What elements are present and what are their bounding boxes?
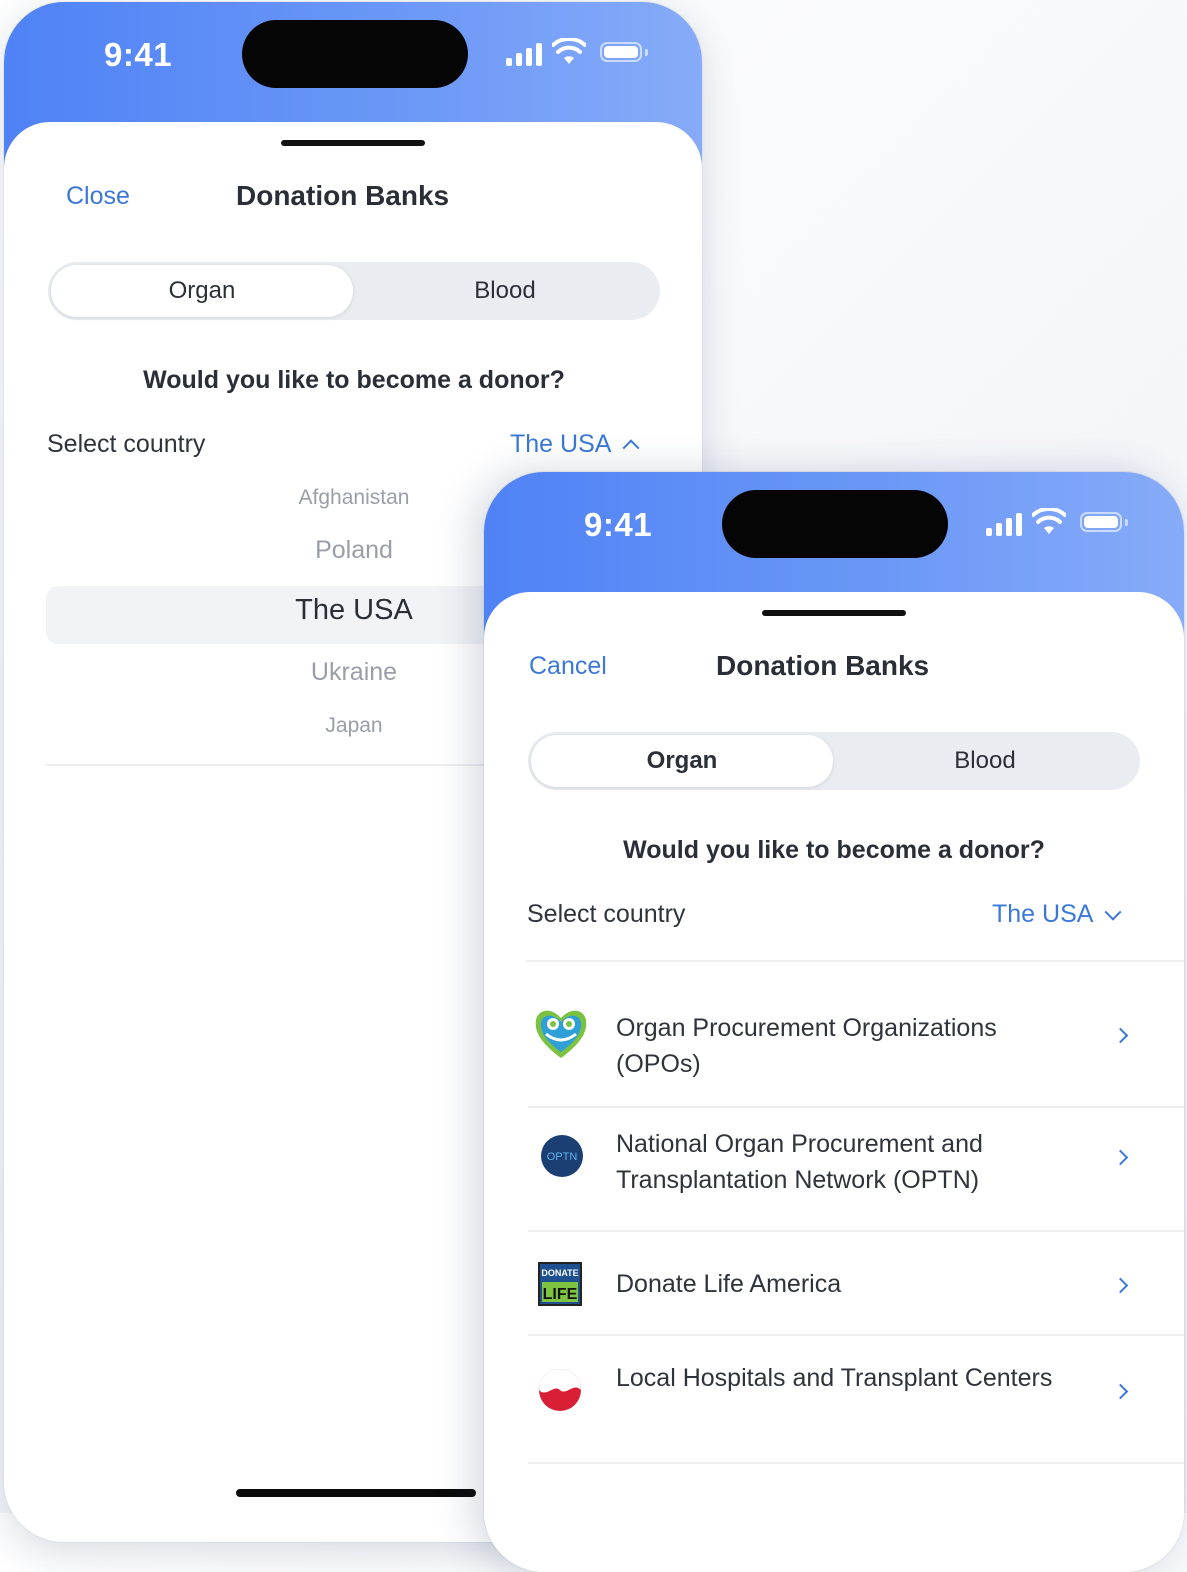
chevron-right-icon — [1112, 1027, 1129, 1044]
list-item-label: Local Hospitals and Transplant Centers — [616, 1364, 1053, 1392]
country-dropdown[interactable]: The USA — [510, 430, 640, 459]
dynamic-island — [722, 490, 948, 558]
optn-logo-icon: OPTN — [541, 1135, 583, 1177]
tab-blood[interactable]: Blood — [354, 265, 656, 317]
donor-question: Would you like to become a donor? — [623, 836, 1045, 864]
donor-question: Would you like to become a donor? — [143, 366, 565, 394]
country-value: The USA — [510, 430, 612, 458]
modal-sheet: Cancel Donation Banks Organ Blood Would … — [484, 592, 1184, 1572]
sheet-grabber[interactable] — [762, 610, 906, 616]
select-country-label: Select country — [47, 430, 206, 458]
chevron-up-icon — [622, 438, 640, 456]
tab-organ[interactable]: Organ — [531, 735, 833, 787]
wifi-icon — [552, 38, 586, 64]
battery-icon — [600, 42, 642, 62]
status-time: 9:41 — [104, 36, 173, 73]
battery-icon — [1080, 512, 1122, 532]
battery-tip — [645, 49, 648, 56]
chevron-right-icon — [1112, 1277, 1129, 1294]
donate-life-logo-icon: DONATE LIFE — [538, 1262, 582, 1306]
close-button[interactable]: Close — [66, 182, 130, 211]
chevron-right-icon — [1112, 1149, 1129, 1166]
battery-tip — [1125, 519, 1128, 526]
tab-organ[interactable]: Organ — [51, 265, 353, 317]
status-time: 9:41 — [584, 506, 653, 543]
home-indicator — [236, 1489, 476, 1497]
divider — [528, 1462, 1184, 1464]
list-item-label: National Organ Procurement and Transplan… — [616, 1130, 983, 1194]
cellular-signal-icon — [986, 512, 1022, 536]
page-title: Donation Banks — [236, 180, 450, 211]
list-item-opos[interactable]: Organ Procurement Organizations (OPOs) — [528, 962, 1184, 1108]
optn-logo-text: OPTN — [547, 1151, 578, 1163]
cellular-signal-icon — [506, 42, 542, 66]
dynamic-island — [242, 20, 468, 88]
hospital-swirl-logo-icon — [539, 1369, 581, 1411]
list-item-donate-life[interactable]: DONATE LIFE Donate Life America — [528, 1232, 1184, 1336]
phone-front: 9:41 Cancel Donation Banks Organ Blood W… — [484, 472, 1184, 1572]
heart-hands-logo-icon — [535, 1010, 587, 1058]
type-segmented-control: Organ Blood — [528, 732, 1140, 790]
wifi-icon — [1032, 508, 1066, 534]
cancel-button[interactable]: Cancel — [529, 652, 607, 681]
sheet-grabber[interactable] — [281, 140, 425, 146]
select-country-label: Select country — [527, 900, 686, 928]
list-item-label: Donate Life America — [616, 1270, 842, 1298]
page-title: Donation Banks — [716, 650, 930, 681]
list-item-label: Organ Procurement Organizations (OPOs) — [616, 1014, 997, 1078]
list-item-optn[interactable]: OPTN National Organ Procurement and Tran… — [528, 1108, 1184, 1232]
type-segmented-control: Organ Blood — [48, 262, 660, 320]
donate-life-logo-top-text: DONATE — [541, 1268, 578, 1278]
tab-blood[interactable]: Blood — [834, 735, 1136, 787]
chevron-right-icon — [1112, 1383, 1129, 1400]
country-value: The USA — [992, 900, 1094, 928]
chevron-down-icon — [1104, 903, 1122, 921]
list-item-local-hospitals[interactable]: Local Hospitals and Transplant Centers — [528, 1336, 1184, 1464]
donate-life-logo-bottom-text: LIFE — [543, 1286, 578, 1303]
country-dropdown[interactable]: The USA — [992, 900, 1122, 929]
